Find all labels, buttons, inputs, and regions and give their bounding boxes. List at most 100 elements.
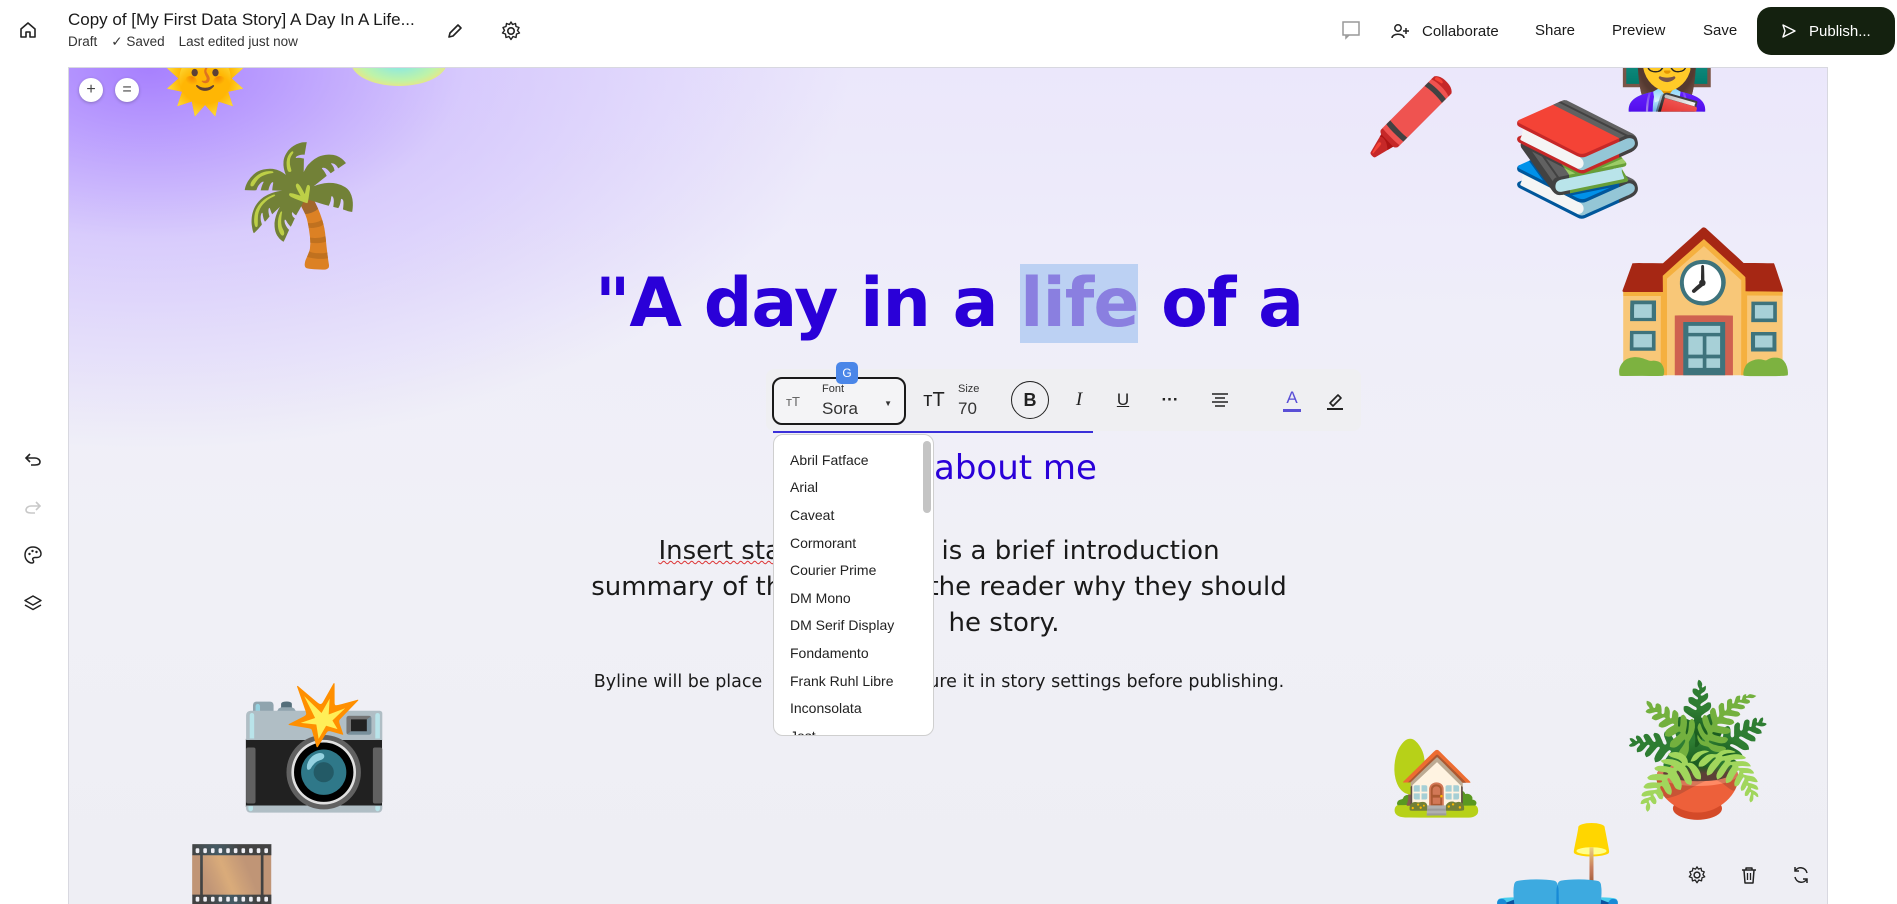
font-option[interactable]: Arial: [774, 474, 933, 502]
font-dropdown[interactable]: Abril Fatface Arial Caveat Cormorant Courier…: [773, 434, 934, 736]
font-options-list: Abril Fatface Arial Caveat Cormorant Courier…: [774, 435, 933, 735]
books-sticker[interactable]: 📚: [1509, 103, 1646, 213]
intro-line-1-end: his is a brief introduction: [895, 536, 1220, 566]
font-option[interactable]: Abril Fatface: [774, 446, 933, 474]
dropdown-scrollbar[interactable]: [923, 441, 931, 513]
intro-line-1-start: Insert sta: [658, 536, 781, 566]
zoom-in-button[interactable]: +: [79, 78, 103, 102]
last-edited-label: Last edited just now: [178, 34, 298, 49]
bold-button[interactable]: B: [1011, 381, 1049, 419]
edit-title-button[interactable]: [442, 18, 468, 44]
top-bar: Copy of [My First Data Story] A Day In A…: [0, 0, 1897, 62]
gear-icon: [1688, 866, 1706, 884]
italic-button[interactable]: I: [1068, 385, 1090, 415]
film-sticker[interactable]: 🎞️: [187, 838, 277, 904]
house-sticker[interactable]: 🏡: [1389, 738, 1484, 814]
collaborate-label: Collaborate: [1422, 22, 1499, 40]
byline-placeholder[interactable]: Byline will be place igure it in story se…: [549, 672, 1329, 692]
island-sticker[interactable]: [351, 68, 447, 86]
highlighter-icon: [1327, 394, 1343, 410]
font-option[interactable]: Caveat: [774, 501, 933, 529]
font-option[interactable]: Cormorant: [774, 529, 933, 557]
comment-icon: [1342, 21, 1360, 40]
text-color-button[interactable]: A: [1280, 385, 1304, 415]
underline-button[interactable]: U: [1112, 385, 1134, 415]
story-settings-button[interactable]: [498, 18, 524, 44]
story-intro[interactable]: Insert sta his is a brief introduction su…: [589, 533, 1289, 641]
byline-start: Byline will be place: [593, 672, 763, 692]
font-label: Font: [822, 383, 845, 395]
font-option[interactable]: DM Serif Display: [774, 612, 933, 640]
story-headline[interactable]: "A day in a life of a: [69, 264, 1827, 343]
trash-icon: [1742, 867, 1756, 884]
byline-end: igure it in story settings before publis…: [912, 672, 1285, 692]
document-title[interactable]: Copy of [My First Data Story] A Day In A…: [68, 10, 415, 30]
comments-button[interactable]: [1338, 17, 1364, 43]
chevron-down-icon: ▼: [884, 399, 892, 408]
refresh-block-button[interactable]: [1788, 862, 1814, 888]
highlight-button[interactable]: [1323, 385, 1347, 415]
intro-line-2: summary of th lls the reader why they sho…: [589, 569, 1289, 605]
text-size-button[interactable]: ᴛT: [921, 385, 947, 415]
intro-line-1: Insert sta his is a brief introduction: [589, 533, 1289, 569]
intro-line-3-text: he story.: [948, 608, 1060, 638]
translate-icon[interactable]: G: [836, 362, 858, 384]
font-option[interactable]: Inconsolata: [774, 694, 933, 722]
preview-button[interactable]: Preview: [1612, 22, 1665, 39]
text-color-icon: A: [1286, 388, 1298, 407]
headline-text-end: of a: [1138, 264, 1304, 343]
story-canvas[interactable]: + = 🌞 🌴 🖍️ 📚 👩‍🏫 🏫 📸 🏡 🪴 🎞️ 🛋️ "A day in…: [68, 67, 1828, 904]
share-label: Share: [1535, 22, 1576, 39]
font-select[interactable]: ᴛT Font Sora ▼: [772, 377, 906, 425]
redo-button[interactable]: [20, 494, 46, 520]
size-label: Size: [958, 383, 980, 395]
intro-line-3: he story.: [589, 605, 1289, 641]
zoom-fit-button[interactable]: =: [115, 78, 139, 102]
palette-icon: [24, 546, 42, 564]
camera-flash-sticker[interactable]: 📸: [237, 683, 391, 807]
align-center-icon: [1212, 393, 1228, 407]
crayon-sticker[interactable]: 🖍️: [1365, 80, 1457, 154]
font-option[interactable]: DM Mono: [774, 584, 933, 612]
refresh-icon: [1794, 867, 1808, 883]
couch-lamp-sticker[interactable]: 🛋️: [1489, 828, 1626, 904]
undo-icon: [24, 453, 41, 466]
undo-button[interactable]: [20, 446, 46, 472]
preview-label: Preview: [1612, 22, 1666, 39]
gear-icon: [501, 21, 521, 41]
collaborate-button[interactable]: Collaborate: [1390, 22, 1499, 40]
document-meta: Draft Saved Last edited just now: [68, 34, 298, 50]
font-option[interactable]: Frank Ruhl Libre: [774, 667, 933, 695]
font-option[interactable]: Courier Prime: [774, 556, 933, 584]
redo-icon: [25, 501, 42, 514]
block-settings-button[interactable]: [1684, 862, 1710, 888]
palm-tree-sticker[interactable]: 🌴: [227, 148, 371, 264]
publish-button[interactable]: Publish...: [1757, 7, 1895, 55]
sun-sticker[interactable]: 🌞: [164, 68, 246, 112]
save-button[interactable]: Save: [1703, 22, 1737, 39]
more-options-button[interactable]: ···: [1156, 385, 1184, 415]
share-button[interactable]: Share: [1535, 22, 1575, 39]
teacher-sticker[interactable]: 👩‍🏫: [1617, 68, 1717, 108]
saved-status: Saved: [111, 34, 164, 50]
send-icon: [1782, 24, 1796, 38]
delete-block-button[interactable]: [1736, 862, 1762, 888]
pencil-icon: [448, 24, 462, 38]
layers-button[interactable]: [20, 590, 46, 616]
font-option[interactable]: Fondamento: [774, 639, 933, 667]
home-icon: [20, 22, 36, 38]
story-subheading[interactable]: about me: [934, 448, 1097, 488]
theme-button[interactable]: [20, 542, 46, 568]
selection-underline: [773, 431, 1093, 433]
text-size-icon: ᴛT: [923, 388, 945, 411]
size-input[interactable]: 70: [958, 399, 977, 419]
users-icon: [1391, 24, 1409, 39]
font-size-icon: ᴛT: [786, 394, 800, 409]
font-option[interactable]: Jost: [774, 722, 933, 735]
align-center-button[interactable]: [1208, 385, 1232, 415]
potted-plant-sticker[interactable]: 🪴: [1619, 688, 1776, 814]
layers-icon: [24, 595, 42, 611]
home-button[interactable]: [16, 18, 40, 42]
font-value: Sora: [822, 399, 858, 418]
headline-text-start: "A day in a: [594, 264, 1021, 343]
